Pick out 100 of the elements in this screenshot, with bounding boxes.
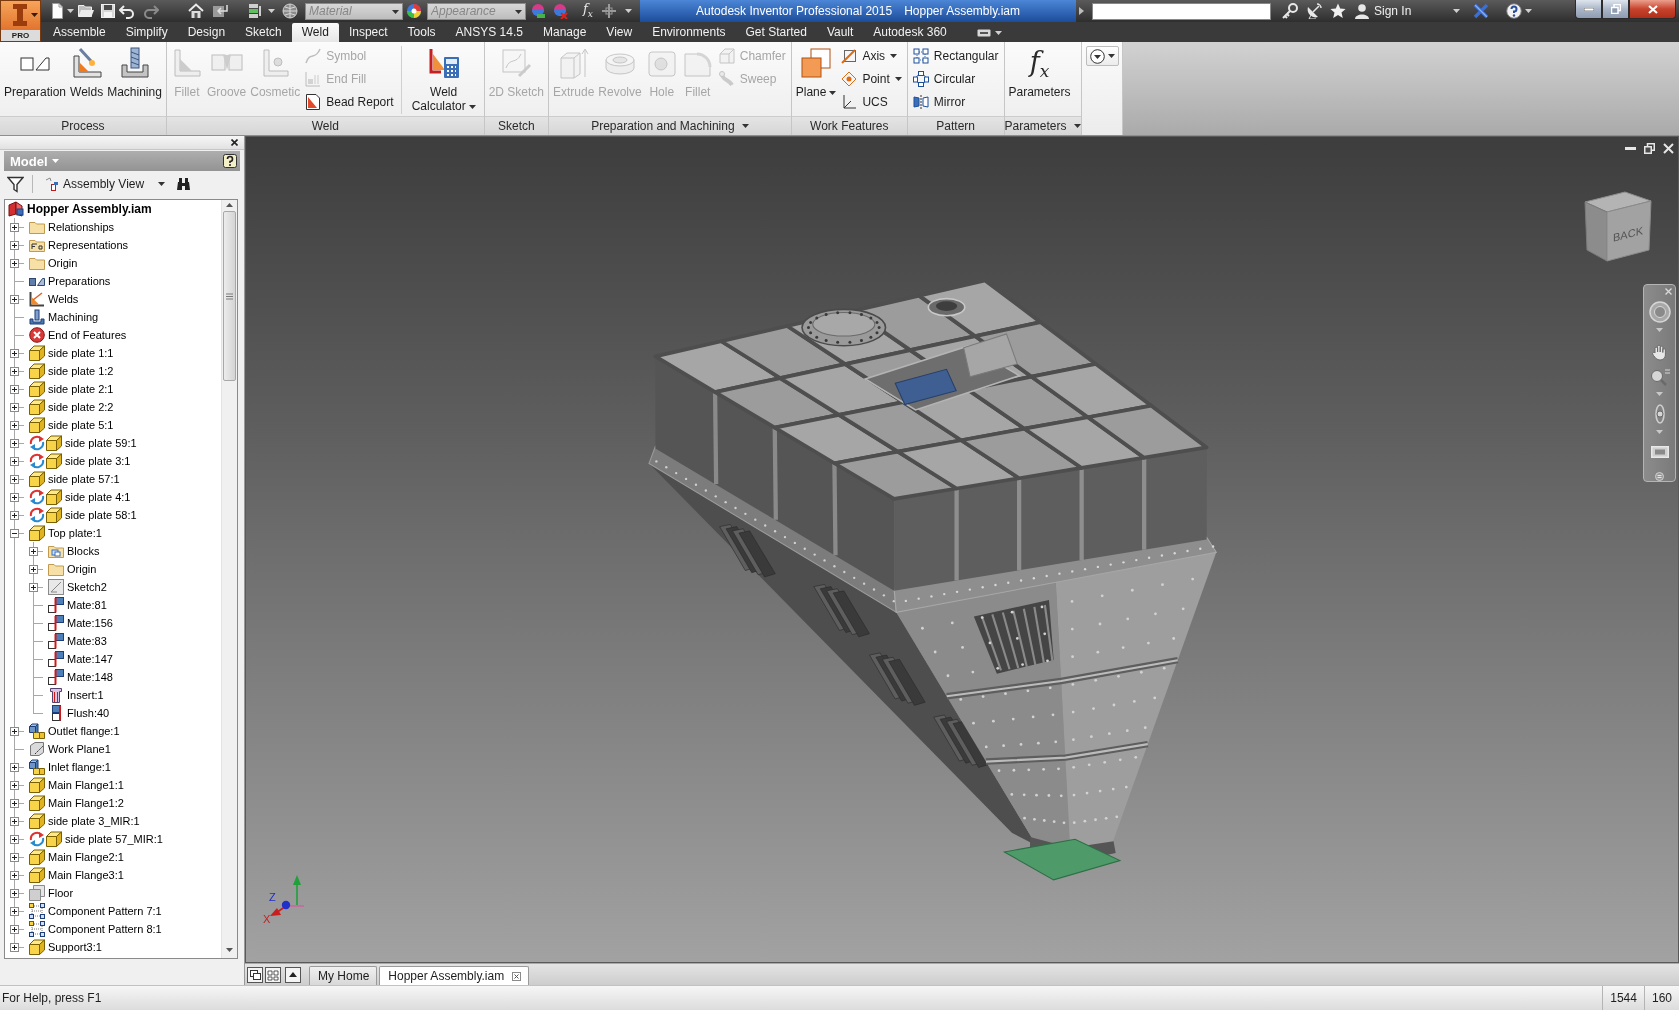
- expand-icon[interactable]: [10, 259, 19, 268]
- tree-item[interactable]: Blocks: [67, 545, 100, 557]
- expand-icon[interactable]: [10, 421, 19, 430]
- ribbon-tab[interactable]: Simplify: [115, 23, 178, 42]
- tree-item[interactable]: Mate:156: [67, 617, 113, 629]
- tree-item[interactable]: Preparations: [48, 275, 111, 287]
- ribbon-tab[interactable]: View: [596, 23, 643, 42]
- expand-icon[interactable]: [29, 583, 38, 592]
- tree-item[interactable]: Hopper Assembly.iam: [27, 202, 152, 216]
- ribbon-button[interactable]: Circular: [909, 68, 1002, 90]
- caret-icon[interactable]: [741, 124, 749, 128]
- cascade-windows-icon[interactable]: [247, 967, 263, 983]
- tree-item[interactable]: Floor: [48, 887, 74, 899]
- ribbon-button[interactable]: Axis: [838, 45, 905, 67]
- search-field[interactable]: [1092, 2, 1271, 20]
- expand-icon[interactable]: [10, 349, 19, 358]
- ribbon-tab[interactable]: Assemble: [43, 23, 116, 42]
- ribbon-tab[interactable]: Sketch: [235, 23, 292, 42]
- close-icon[interactable]: [512, 971, 522, 981]
- close-button[interactable]: [1629, 0, 1676, 19]
- caret-icon[interactable]: [1073, 124, 1081, 128]
- ribbon-tab[interactable]: ANSYS 14.5: [445, 23, 533, 42]
- expand-icon[interactable]: [10, 223, 19, 232]
- sign-in-link[interactable]: Sign In: [1374, 4, 1412, 18]
- expand-arrow-icon[interactable]: [1079, 7, 1084, 15]
- tree-item[interactable]: side plate 57:1: [48, 473, 120, 485]
- tree-item[interactable]: Machining: [48, 311, 99, 323]
- tree-item[interactable]: Component Pattern 8:1: [48, 923, 162, 935]
- caret-icon[interactable]: [392, 9, 399, 14]
- star-icon[interactable]: [1330, 3, 1346, 19]
- tree-item[interactable]: Mate:83: [67, 635, 107, 647]
- tree-item[interactable]: Outlet flange:1: [48, 725, 120, 737]
- tree-item[interactable]: Inlet flange:1: [48, 761, 111, 773]
- expand-icon[interactable]: [10, 817, 19, 826]
- tree-item[interactable]: Support3:1: [48, 941, 102, 953]
- panel-menu-button[interactable]: [1085, 46, 1119, 66]
- tree-item[interactable]: Main Flange3:1: [48, 869, 124, 881]
- appearance-field[interactable]: Appearance: [427, 2, 526, 20]
- ring-icon[interactable]: [1648, 301, 1671, 323]
- tree-item[interactable]: Top plate:1: [48, 527, 102, 539]
- expand-icon[interactable]: [10, 835, 19, 844]
- expand-icon[interactable]: [10, 475, 19, 484]
- expand-icon[interactable]: [10, 403, 19, 412]
- screen-frame-icon[interactable]: [1650, 446, 1669, 458]
- tree-item[interactable]: side plate 3_MIR:1: [48, 815, 140, 827]
- caret-icon[interactable]: [994, 30, 1002, 35]
- restore-icon[interactable]: [1644, 143, 1655, 154]
- ribbon-tab[interactable]: Autodesk 360: [863, 23, 957, 42]
- collapse-icon[interactable]: [10, 529, 19, 538]
- expand-icon[interactable]: [10, 367, 19, 376]
- caret-icon[interactable]: [1525, 9, 1533, 13]
- satellite-dish-icon[interactable]: [1306, 3, 1322, 19]
- tile-windows-icon[interactable]: [265, 967, 281, 983]
- expand-icon[interactable]: [10, 781, 19, 790]
- tree-item[interactable]: side plate 2:2: [48, 401, 114, 413]
- ribbon-button[interactable]: Point: [838, 68, 905, 90]
- expand-icon[interactable]: [10, 853, 19, 862]
- ribbon-button[interactable]: Machining: [105, 42, 164, 99]
- application-menu-button[interactable]: PRO: [0, 0, 41, 42]
- tree-item[interactable]: Mate:81: [67, 599, 107, 611]
- ribbon-tab[interactable]: Design: [177, 23, 236, 42]
- scrollbar[interactable]: [221, 200, 237, 958]
- tree-item[interactable]: side plate 57_MIR:1: [65, 833, 163, 845]
- expand-icon[interactable]: [10, 871, 19, 880]
- expand-icon[interactable]: [10, 439, 19, 448]
- ribbon-tab[interactable]: Manage: [532, 23, 597, 42]
- caret-icon[interactable]: [67, 9, 74, 13]
- ribbon-button[interactable]: UCS: [838, 91, 905, 113]
- tree-item[interactable]: Work Plane1: [48, 743, 111, 755]
- help-icon[interactable]: [223, 154, 237, 168]
- tree-item[interactable]: side plate 4:1: [65, 491, 131, 503]
- ribbon-button[interactable]: Rectangular: [909, 45, 1002, 67]
- home-icon[interactable]: [188, 3, 204, 19]
- ribbon-tab[interactable]: Get Started: [735, 23, 817, 42]
- caret-icon[interactable]: [268, 9, 275, 13]
- save-icon[interactable]: [100, 3, 116, 19]
- view-cube[interactable]: [1584, 191, 1652, 262]
- expand-icon[interactable]: [10, 727, 19, 736]
- crosshair-icon[interactable]: [600, 3, 617, 19]
- expand-icon[interactable]: [10, 493, 19, 502]
- tree-item[interactable]: side plate 59:1: [65, 437, 137, 449]
- expand-icon[interactable]: [10, 241, 19, 250]
- tree-item[interactable]: Sketch2: [67, 581, 107, 593]
- expand-icon[interactable]: [10, 907, 19, 916]
- filter-icon[interactable]: [7, 175, 24, 193]
- tree-item[interactable]: Origin: [48, 257, 78, 269]
- paint-ball-icon[interactable]: [552, 3, 568, 19]
- expand-icon[interactable]: [10, 385, 19, 394]
- scroll-down-icon[interactable]: [226, 948, 233, 952]
- maximize-button[interactable]: [1602, 0, 1629, 19]
- ribbon-button[interactable]: f$_{x}$ Parameters: [1006, 42, 1073, 99]
- expand-icon[interactable]: [10, 511, 19, 520]
- help-icon[interactable]: [1506, 3, 1523, 19]
- sphere-icon[interactable]: [282, 3, 298, 19]
- ribbon-button[interactable]: Mirror: [909, 91, 1002, 113]
- tree-item[interactable]: Insert:1: [67, 689, 104, 701]
- open-folder-icon[interactable]: [78, 3, 94, 19]
- expand-icon[interactable]: [10, 943, 19, 952]
- tree-item[interactable]: Main Flange1:2: [48, 797, 124, 809]
- document-tab[interactable]: Hopper Assembly.iam: [379, 966, 530, 985]
